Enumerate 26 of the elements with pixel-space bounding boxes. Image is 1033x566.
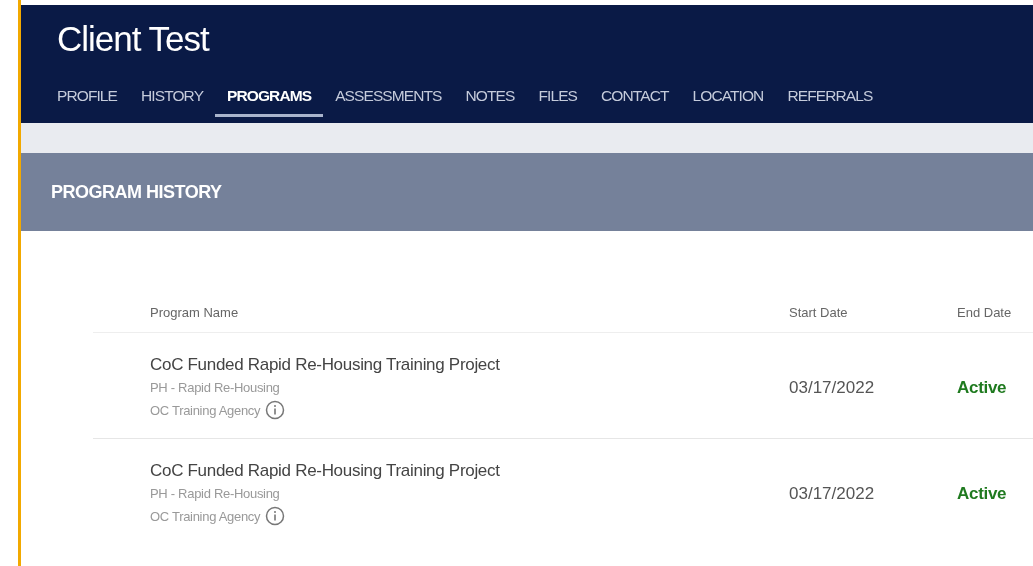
column-header: Program Name: [93, 305, 789, 333]
project-type: PH - Rapid Re-Housing: [150, 486, 281, 501]
info-icon[interactable]: [265, 400, 286, 420]
tab[interactable]: NOTES: [453, 79, 527, 117]
tab[interactable]: FILES: [526, 79, 590, 117]
tab[interactable]: CONTACT: [589, 79, 681, 117]
start-date: 03/17/2022: [789, 377, 875, 398]
tab[interactable]: PROGRAMS: [215, 79, 324, 117]
client-name: Client Test: [57, 19, 211, 59]
section-title: PROGRAM HISTORY: [51, 181, 222, 203]
agency-name: OC Training Agency: [150, 508, 261, 524]
info-icon[interactable]: [265, 506, 286, 526]
end-date-status: Active: [957, 377, 1007, 398]
agency-name: OC Training Agency: [150, 402, 261, 418]
tab[interactable]: LOCATION: [680, 79, 776, 117]
tab[interactable]: PROFILE: [45, 79, 130, 117]
program-name[interactable]: CoC Funded Rapid Re-Housing Training Project: [150, 461, 789, 481]
column-header: Start Date: [789, 305, 957, 333]
program-name[interactable]: CoC Funded Rapid Re-Housing Training Project: [150, 355, 789, 375]
tab[interactable]: REFERRALS: [775, 79, 885, 117]
project-type: PH - Rapid Re-Housing: [150, 380, 281, 395]
column-header: End Date: [957, 305, 1033, 333]
start-date: 03/17/2022: [789, 483, 875, 504]
end-date-status: Active: [957, 483, 1007, 504]
tab[interactable]: HISTORY: [129, 79, 216, 117]
tab[interactable]: ASSESSMENTS: [323, 79, 454, 117]
